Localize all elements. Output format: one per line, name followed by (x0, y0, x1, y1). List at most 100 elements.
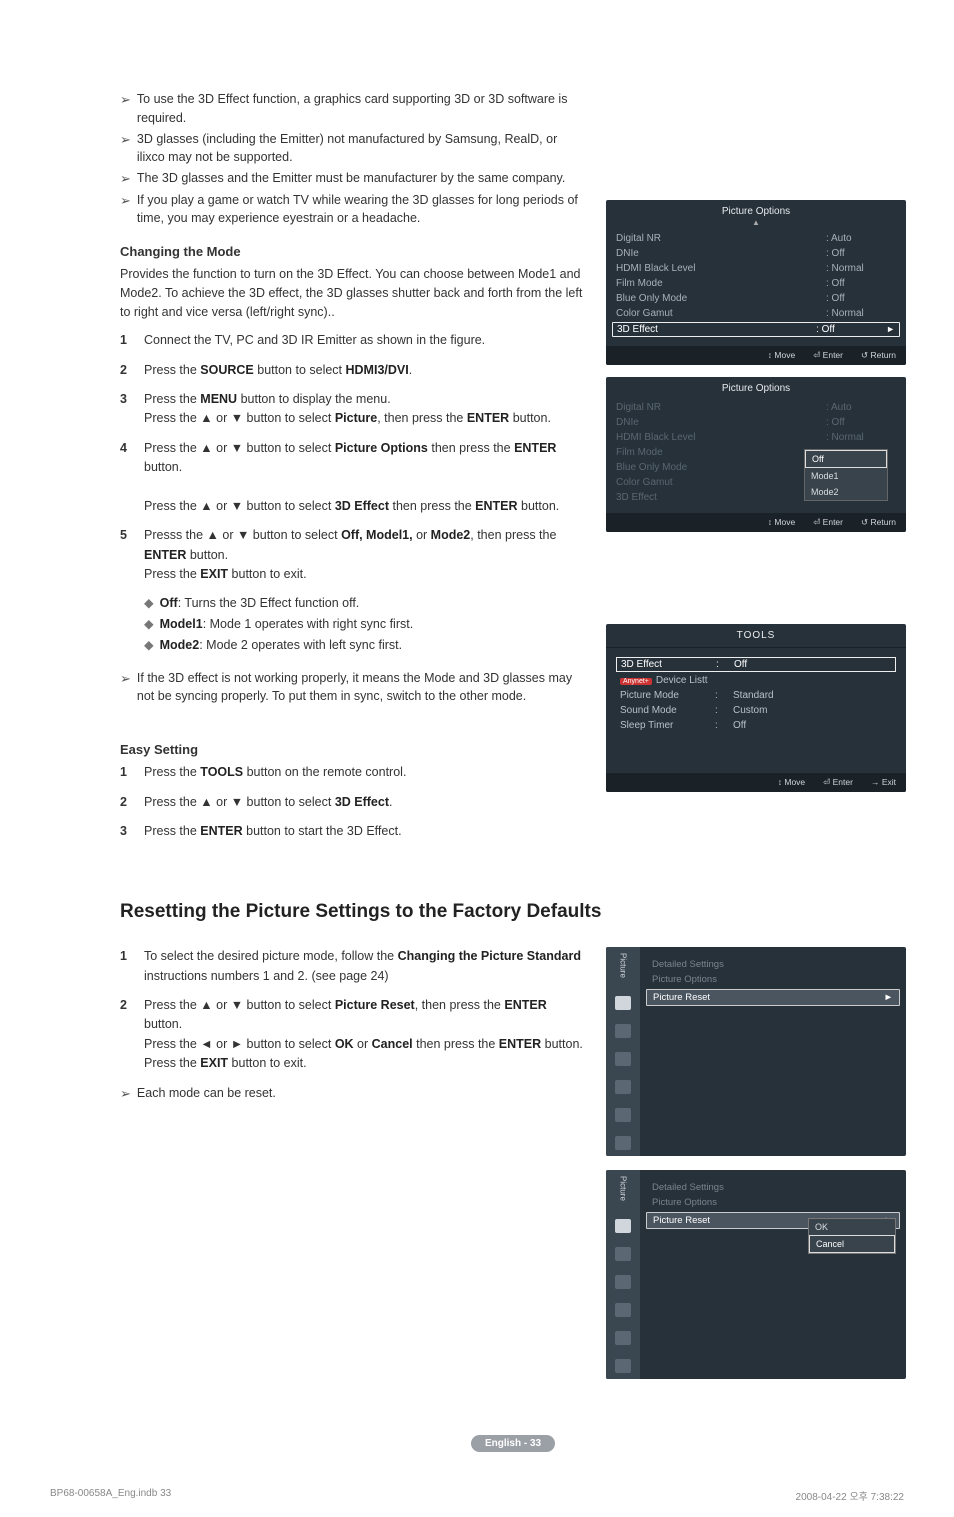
footer-timestamp: 2008-04-22 오후 7:38:22 (796, 1488, 904, 1503)
dropdown-option: Mode2 (805, 484, 887, 500)
step-number: 3 (120, 390, 144, 429)
reset-note: Each mode can be reset. (137, 1084, 276, 1104)
step-number: 3 (120, 822, 144, 841)
chevron-right-icon: ► (886, 324, 895, 335)
print-footer: BP68-00658A_Eng.indb 33 2008-04-22 오후 7:… (0, 1488, 954, 1517)
application-icon (615, 1359, 631, 1373)
footer-filename: BP68-00658A_Eng.indb 33 (50, 1488, 171, 1503)
note-arrow-icon: ➢ (120, 191, 131, 229)
osd-row: Digital NR: Auto (616, 231, 896, 246)
step-number: 2 (120, 361, 144, 380)
dropdown-option: Off (805, 450, 887, 468)
step-number: 4 (120, 439, 144, 517)
note-arrow-icon: ➢ (120, 1084, 131, 1104)
diamond-bullet-icon: ◆ (144, 615, 154, 634)
step-body: Press the ▲ or ▼ button to select Pictur… (144, 439, 586, 517)
menu-item: Detailed Settings (652, 1180, 894, 1195)
tools-row: 3D Effect:Off (616, 657, 896, 672)
osd-footer: ↕ Move⏎ Enter→ Exit (606, 773, 906, 792)
popup-option-cancel: Cancel (809, 1235, 895, 1253)
osd-row: HDMI Black Level: Normal (616, 261, 896, 276)
setup-icon (615, 1080, 631, 1094)
osd-row: Film Mode: Off (616, 276, 896, 291)
input-icon (615, 1331, 631, 1345)
reset-popup: OK Cancel (808, 1218, 896, 1254)
tools-row: Sleep Timer:Off (620, 718, 892, 733)
picture-icon (615, 1219, 631, 1233)
osd-dropdown: OffMode1Mode2 (804, 449, 888, 501)
step-number: 2 (120, 793, 144, 812)
tools-row: Anynet+Device Listt (620, 673, 892, 688)
step-body: To select the desired picture mode, foll… (144, 947, 586, 986)
note-text: If you play a game or watch TV while wea… (137, 191, 586, 229)
step-number: 1 (120, 763, 144, 782)
tools-row: Picture Mode:Standard (620, 688, 892, 703)
menu-item: Picture Options (652, 972, 894, 987)
osd-row: 3D Effect: Off► (612, 322, 900, 337)
sound-icon (615, 1247, 631, 1261)
osd-picture-options-1: Picture Options ▲ Digital NR: AutoDNIe: … (606, 200, 906, 365)
sidebar-label: Picture (619, 1176, 628, 1201)
diamond-bullet-icon: ◆ (144, 636, 154, 655)
note-arrow-icon: ➢ (120, 130, 131, 168)
setup-icon (615, 1303, 631, 1317)
reset-heading: Resetting the Picture Settings to the Fa… (120, 901, 906, 923)
channel-icon (615, 1052, 631, 1066)
easy-setting-title: Easy Setting (120, 742, 586, 757)
channel-icon (615, 1275, 631, 1289)
page-language-badge: English - 33 (471, 1435, 555, 1452)
osd-footer: ↕ Move⏎ Enter↺ Return (606, 346, 906, 365)
osd-footer: ↕ Move⏎ Enter↺ Return (606, 513, 906, 532)
input-icon (615, 1108, 631, 1122)
step-number: 1 (120, 947, 144, 986)
osd-title: Picture Options (606, 200, 906, 219)
note-arrow-icon: ➢ (120, 90, 131, 128)
step-number: 5 (120, 526, 144, 584)
step-body: Press the ▲ or ▼ button to select 3D Eff… (144, 793, 586, 812)
diamond-bullet-icon: ◆ (144, 594, 154, 613)
menu-item: Detailed Settings (652, 957, 894, 972)
step-body: Press the SOURCE button to select HDMI3/… (144, 361, 586, 380)
scroll-up-icon: ▲ (606, 219, 906, 227)
osd-title: Picture Options (606, 377, 906, 396)
changing-mode-note: If the 3D effect is not working properly… (137, 669, 586, 707)
changing-mode-intro: Provides the function to turn on the 3D … (120, 265, 586, 321)
step-body: Press the MENU button to display the men… (144, 390, 586, 429)
chevron-right-icon: ► (884, 992, 893, 1003)
osd-row: DNIe: Off (616, 415, 896, 430)
osd-picture-options-2: Picture Options Digital NR: AutoDNIe: Of… (606, 377, 906, 532)
step-body: Press the TOOLS button on the remote con… (144, 763, 586, 782)
sub-bullet-text: Model1: Mode 1 operates with right sync … (160, 615, 414, 634)
tools-title: TOOLS (606, 624, 906, 648)
note-text: To use the 3D Effect function, a graphic… (137, 90, 586, 128)
menu-item: Picture Options (652, 1195, 894, 1210)
tools-row: Sound Mode:Custom (620, 703, 892, 718)
sidebar-label: Picture (619, 953, 628, 978)
osd-row: DNIe: Off (616, 246, 896, 261)
osd-row: Digital NR: Auto (616, 400, 896, 415)
sub-bullet-text: Off: Turns the 3D Effect function off. (160, 594, 360, 613)
osd-row: Color Gamut: Normal (616, 306, 896, 321)
osd-tools: TOOLS 3D Effect:OffAnynet+Device ListtPi… (606, 624, 906, 792)
sound-icon (615, 1024, 631, 1038)
note-text: The 3D glasses and the Emitter must be m… (137, 169, 565, 189)
step-number: 1 (120, 331, 144, 350)
application-icon (615, 1136, 631, 1150)
step-body: Connect the TV, PC and 3D IR Emitter as … (144, 331, 586, 350)
osd-row: Blue Only Mode: Off (616, 291, 896, 306)
osd-picture-menu-1: Picture Detailed Settings Picture Option… (606, 947, 906, 1156)
top-notes: ➢To use the 3D Effect function, a graphi… (120, 90, 586, 228)
sub-bullet-text: Mode2: Mode 2 operates with left sync fi… (160, 636, 402, 655)
picture-icon (615, 996, 631, 1010)
popup-option-ok: OK (809, 1219, 895, 1235)
step-number: 2 (120, 996, 144, 1074)
osd-picture-menu-2: Picture Detailed Settings Picture Option… (606, 1170, 906, 1379)
menu-item-highlighted: Picture Reset► (646, 989, 900, 1006)
note-arrow-icon: ➢ (120, 669, 131, 707)
note-arrow-icon: ➢ (120, 169, 131, 189)
changing-mode-title: Changing the Mode (120, 244, 586, 259)
note-text: 3D glasses (including the Emitter) not m… (137, 130, 586, 168)
step-body: Press the ENTER button to start the 3D E… (144, 822, 586, 841)
step-body: Presss the ▲ or ▼ button to select Off, … (144, 526, 586, 584)
osd-row: HDMI Black Level: Normal (616, 430, 896, 445)
